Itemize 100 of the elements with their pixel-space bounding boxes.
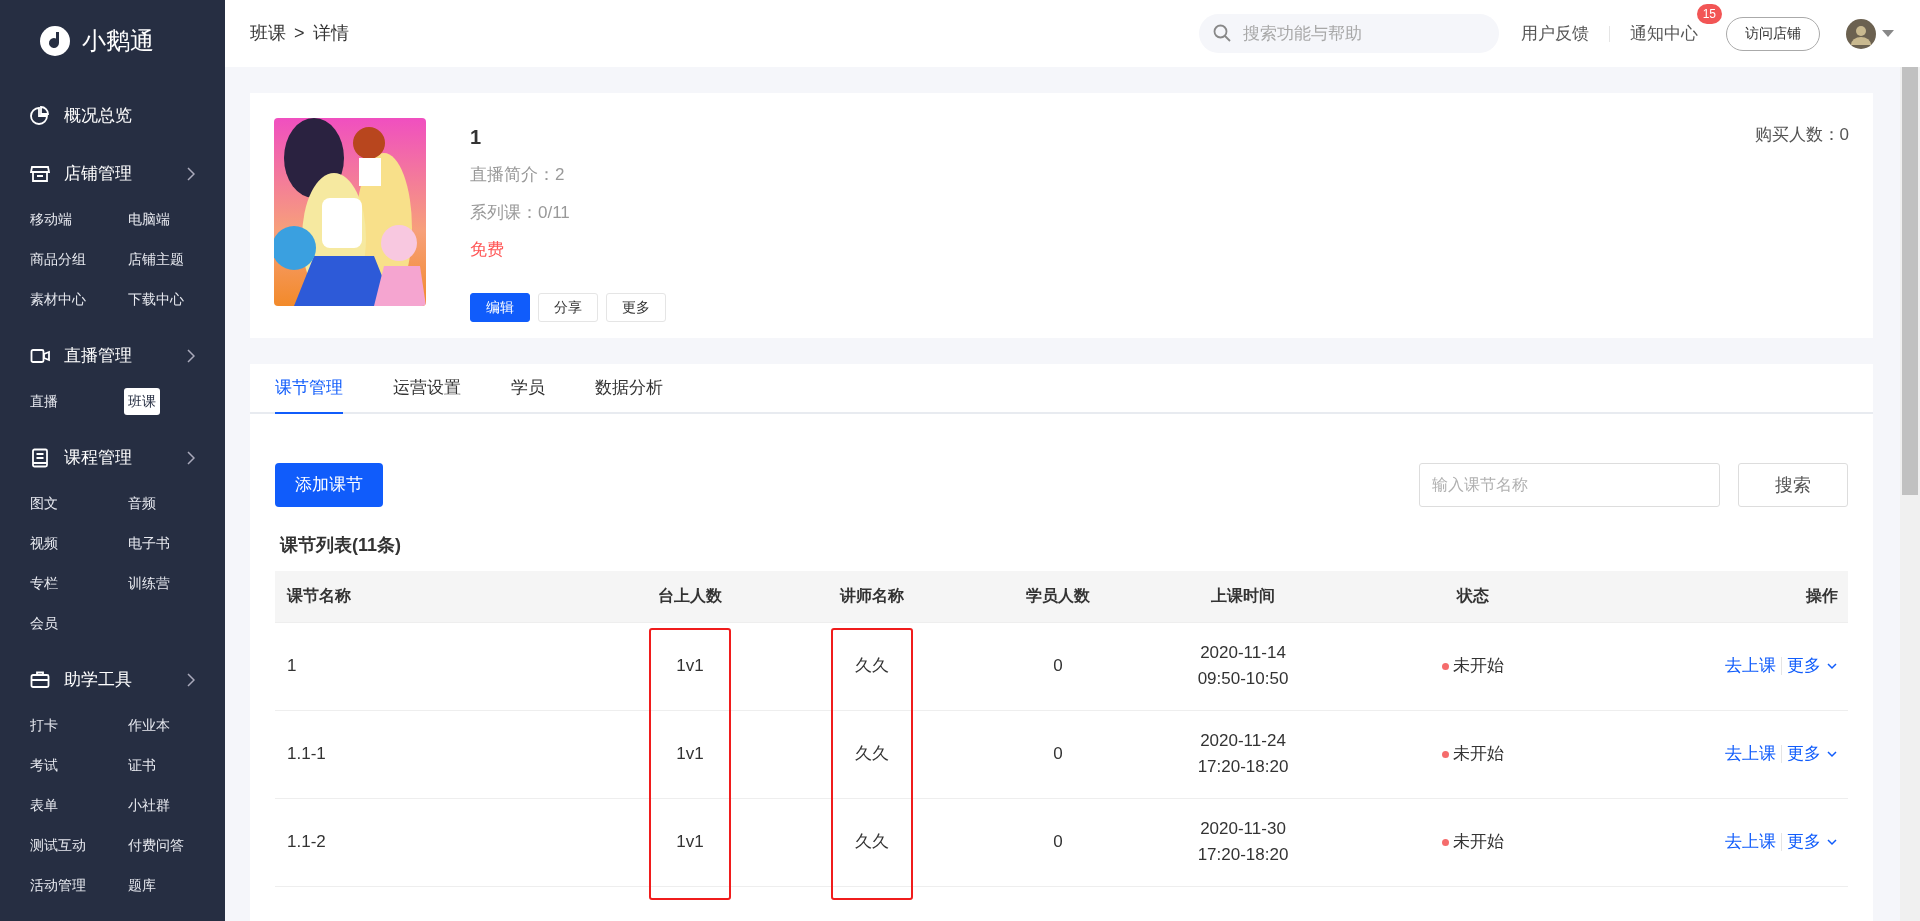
sidebar-item[interactable]: 活动管理 [26,871,90,899]
chevron-down-icon[interactable] [1826,662,1838,671]
action-button[interactable]: 更多 [606,292,666,322]
stage-count: 1v1 [676,831,704,854]
pie-chart-icon [30,106,50,126]
search-field[interactable]: 搜索功能与帮助 [1199,14,1499,53]
sidebar-item[interactable]: 专栏 [26,569,62,597]
sidebar-item[interactable]: 会员 [26,609,62,637]
chevron-icon[interactable] [187,167,195,181]
course-detail: 直播简介：2 [470,164,566,186]
tab[interactable]: 学员 [511,374,545,414]
sidebar-item[interactable]: 移动端 [26,205,76,233]
sidebar-section[interactable]: 店铺管理 [64,161,187,187]
student-count: 0 [1053,655,1063,678]
sidebar-item[interactable]: 证书 [124,751,160,779]
more-link[interactable]: 更多 [1787,653,1821,679]
sidebar-item[interactable]: 付费问答 [124,831,188,859]
sidebar-section[interactable]: 直播管理 [64,343,187,369]
lesson-date: 2020-11-30 [1199,817,1287,840]
column-header: 台上人数 [658,586,722,607]
sidebar-item[interactable]: 电脑端 [124,205,174,233]
start-class-link[interactable]: 去上课 [1725,741,1776,767]
breadcrumb-item: 详情 [312,22,349,45]
action-button[interactable]: 分享 [538,292,598,322]
visit-store-button[interactable]: 访问店铺 [1726,16,1820,51]
sidebar-item[interactable]: 打卡 [26,711,62,739]
chevron-icon[interactable] [187,349,195,363]
column-header: 操作 [1806,586,1838,607]
course-title: 1 [470,125,483,150]
logo-icon [40,26,70,56]
sidebar-item[interactable]: 素材中心 [26,285,90,313]
lesson-time: 09:50-10:50 [1197,668,1289,691]
lesson-date: 2020-11-14 [1199,641,1287,664]
edit-button[interactable]: 编辑 [470,292,530,322]
sidebar-item[interactable]: 小社群 [124,791,174,819]
price-label: 免费 [470,239,505,261]
column-header: 状态 [1457,586,1489,607]
stage-count: 1v1 [676,655,704,678]
briefcase-icon [30,670,50,690]
tab[interactable]: 数据分析 [595,374,663,414]
chevron-icon[interactable] [187,451,195,465]
lesson-name: 1.1-1 [287,743,326,766]
sidebar-item[interactable]: 直播 [26,387,62,415]
search-field[interactable]: 输入课节名称 [1419,463,1720,507]
sidebar-item[interactable]: 班课 [124,387,160,415]
sidebar-item[interactable]: 测试互动 [26,831,90,859]
lesson-time: 17:20-18:20 [1197,756,1289,779]
column-header: 讲师名称 [840,586,904,607]
sidebar-item[interactable]: 题库 [124,871,160,899]
sidebar-item[interactable]: 下载中心 [124,285,188,313]
lesson-name: 1 [287,655,297,678]
scrollbar-thumb[interactable] [1902,67,1918,495]
sidebar-item[interactable]: 商品分组 [26,245,90,273]
logo-text: 小鹅通 [82,26,154,56]
list-title: 课节列表(11条) [278,534,403,557]
video-camera-icon [30,346,50,366]
start-class-link[interactable]: 去上课 [1725,829,1776,855]
breadcrumb-item[interactable]: 班课 [250,20,286,47]
sidebar-section[interactable]: 课程管理 [64,445,187,471]
tab[interactable]: 运营设置 [393,374,461,414]
lesson-name: 1.1-2 [287,831,326,854]
add-lesson-button[interactable]: 添加课节 [275,463,383,507]
lesson-time: 17:20-18:20 [1197,844,1289,867]
sidebar-item[interactable]: 店铺主题 [124,245,188,273]
chevron-icon[interactable] [187,673,195,687]
start-class-link[interactable]: 去上课 [1725,653,1776,679]
status-text: 未开始 [1453,743,1504,766]
student-count: 0 [1053,831,1063,854]
scrollbar[interactable] [1900,67,1920,921]
status-text: 未开始 [1453,831,1504,854]
sidebar-item[interactable]: 电子书 [124,529,174,557]
caret-icon[interactable] [1882,30,1894,37]
column-header: 课节名称 [287,586,351,607]
breadcrumb-separator: > [294,22,305,45]
search-button[interactable]: 搜索 [1738,463,1848,507]
tab[interactable]: 课节管理 [275,374,343,414]
more-link[interactable]: 更多 [1787,829,1821,855]
sidebar-item[interactable]: 作业本 [124,711,174,739]
column-header: 学员人数 [1026,586,1090,607]
sidebar-section[interactable]: 助学工具 [64,667,187,693]
notification-link[interactable]: 通知中心 [1630,23,1698,43]
sidebar-item[interactable]: 考试 [26,751,62,779]
sidebar-item[interactable]: 图文 [26,489,62,517]
sidebar-item[interactable]: 视频 [26,529,62,557]
sidebar-item[interactable]: 表单 [26,791,62,819]
teacher-name: 久久 [855,743,889,766]
teacher-name: 久久 [855,831,889,854]
column-header: 上课时间 [1211,586,1275,607]
sidebar-item[interactable]: 音频 [124,489,160,517]
teacher-name: 久久 [855,655,889,678]
more-link[interactable]: 更多 [1787,741,1821,767]
chevron-down-icon[interactable] [1826,838,1838,847]
avatar[interactable] [1846,18,1876,49]
sidebar-section[interactable]: 概况总览 [64,103,195,129]
store-icon [30,164,50,184]
chevron-down-icon[interactable] [1826,750,1838,759]
sidebar-item[interactable]: 训练营 [124,569,174,597]
book-icon [30,448,50,468]
feedback-link[interactable]: 用户反馈 [1521,20,1589,47]
student-count: 0 [1053,743,1063,766]
